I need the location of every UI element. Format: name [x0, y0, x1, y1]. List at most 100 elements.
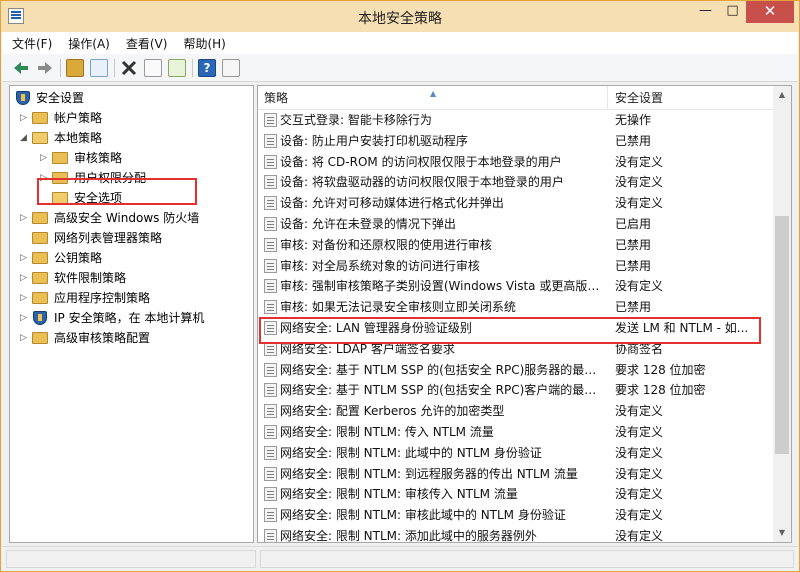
policy-setting: 没有定义	[615, 425, 664, 439]
column-header-setting[interactable]: 安全设置	[609, 86, 773, 110]
policy-icon	[264, 487, 277, 502]
policy-icon	[264, 258, 277, 273]
show-hide-tree-icon[interactable]	[90, 59, 108, 77]
policy-icon	[264, 529, 277, 542]
tree-label: 审核策略	[74, 151, 123, 165]
policy-setting: 无操作	[615, 113, 652, 127]
expand-arrow-icon[interactable]: ▷	[20, 308, 30, 328]
policy-row[interactable]: 设备: 将软盘驱动器的访问权限仅限于本地登录的用户 没有定义	[258, 172, 773, 193]
back-arrow-icon[interactable]	[12, 59, 30, 77]
tree-label: 网络列表管理器策略	[54, 231, 163, 245]
up-folder-icon[interactable]	[66, 59, 84, 77]
vertical-scrollbar[interactable]: ▲ ▼	[773, 86, 791, 542]
column-header-policy[interactable]: 策略 ▲	[258, 86, 608, 110]
policy-setting: 已禁用	[615, 300, 652, 315]
policy-row[interactable]: 网络安全: 限制 NTLM: 审核传入 NTLM 流量 没有定义	[258, 484, 773, 505]
policy-name: 网络安全: 基于 NTLM SSP 的(包括安全 RPC)服务器的最小...	[280, 362, 606, 377]
sort-up-icon: ▲	[430, 89, 437, 98]
help-icon[interactable]: ?	[198, 59, 216, 77]
policy-setting: 没有定义	[615, 175, 664, 190]
policy-name: 网络安全: 限制 NTLM: 添加此域中的服务器例外	[280, 529, 537, 543]
policy-name: 设备: 防止用户安装打印机驱动程序	[280, 133, 468, 148]
policy-row[interactable]: 审核: 对备份和还原权限的使用进行审核 已禁用	[258, 235, 773, 256]
menu-view[interactable]: 查看(V)	[126, 35, 168, 52]
policy-row[interactable]: 设备: 将 CD-ROM 的访问权限仅限于本地登录的用户 没有定义	[258, 152, 773, 173]
policy-name: 审核: 如果无法记录安全审核则立即关闭系统	[280, 300, 516, 315]
policy-name: 网络安全: 限制 NTLM: 到远程服务器的传出 NTLM 流量	[280, 466, 578, 481]
policy-name: 交互式登录: 智能卡移除行为	[280, 113, 432, 127]
policy-row[interactable]: 网络安全: 限制 NTLM: 传入 NTLM 流量 没有定义	[258, 422, 773, 443]
close-button[interactable]: ✕	[746, 1, 794, 23]
policy-row[interactable]: 网络安全: 限制 NTLM: 审核此域中的 NTLM 身份验证 没有定义	[258, 505, 773, 526]
tree-label: 帐户策略	[54, 111, 103, 125]
policy-row[interactable]: 审核: 强制审核策略子类别设置(Windows Vista 或更高版本... 没有…	[258, 276, 773, 297]
policy-row[interactable]: 网络安全: 基于 NTLM SSP 的(包括安全 RPC)服务器的最小... 要求…	[258, 360, 773, 381]
policy-icon	[264, 175, 277, 190]
delete-icon[interactable]	[120, 59, 138, 77]
policy-name: 设备: 将 CD-ROM 的访问权限仅限于本地登录的用户	[280, 154, 562, 169]
policy-list: 策略 ▲ 安全设置 交互式登录: 智能卡移除行为 无操作设备: 防止用户安装打印机…	[257, 85, 792, 543]
tree-label: 公钥策略	[54, 251, 103, 265]
policy-icon	[264, 154, 277, 169]
policy-row[interactable]: 设备: 防止用户安装打印机驱动程序 已禁用	[258, 131, 773, 152]
policy-name: 审核: 对全局系统对象的访问进行审核	[280, 258, 480, 273]
policy-row[interactable]: 审核: 如果无法记录安全审核则立即关闭系统 已禁用	[258, 297, 773, 318]
view-icon[interactable]	[222, 59, 240, 77]
maximize-button[interactable]: □	[719, 1, 746, 23]
policy-name: 审核: 对备份和还原权限的使用进行审核	[280, 237, 492, 252]
expand-arrow-icon[interactable]: ▷	[20, 268, 30, 288]
folder-icon	[32, 232, 48, 244]
menu-action[interactable]: 操作(A)	[68, 35, 110, 52]
minimize-button[interactable]: —	[692, 1, 719, 23]
policy-setting: 已禁用	[615, 258, 652, 273]
expand-arrow-icon[interactable]: ▷	[20, 288, 30, 308]
security-settings-icon	[16, 91, 30, 105]
policy-icon	[264, 217, 277, 231]
expand-arrow-icon[interactable]: ▷	[20, 328, 30, 348]
policy-setting: 没有定义	[615, 466, 664, 481]
collapse-arrow-icon[interactable]: ◢	[20, 128, 30, 148]
expand-arrow-icon[interactable]: ▷	[20, 208, 30, 228]
policy-icon	[264, 196, 277, 211]
policy-row[interactable]: 网络安全: 基于 NTLM SSP 的(包括安全 RPC)客户端的最小... 要求…	[258, 380, 773, 401]
policy-name: 网络安全: 限制 NTLM: 审核传入 NTLM 流量	[280, 487, 518, 502]
policy-icon	[264, 466, 277, 481]
policy-icon	[264, 404, 277, 419]
annotation-box-row	[259, 317, 761, 344]
scroll-down-icon[interactable]: ▼	[773, 524, 791, 542]
policy-setting: 没有定义	[615, 154, 664, 169]
policy-icon	[264, 133, 277, 148]
menu-help[interactable]: 帮助(H)	[183, 35, 225, 52]
policy-row[interactable]: 网络安全: 限制 NTLM: 添加此域中的服务器例外 没有定义	[258, 526, 773, 543]
scrollbar-thumb[interactable]	[775, 216, 789, 454]
policy-row[interactable]: 交互式登录: 智能卡移除行为 无操作	[258, 110, 773, 131]
expand-arrow-icon[interactable]: ▷	[20, 108, 30, 128]
folder-icon	[52, 152, 68, 164]
tree-label: 高级审核策略配置	[54, 331, 151, 345]
export-list-icon[interactable]	[168, 59, 186, 77]
policy-icon	[264, 508, 277, 523]
folder-icon	[32, 112, 48, 124]
scroll-up-icon[interactable]: ▲	[773, 86, 791, 104]
policy-row[interactable]: 网络安全: 限制 NTLM: 此域中的 NTLM 身份验证 没有定义	[258, 443, 773, 464]
policy-icon	[264, 237, 277, 252]
policy-row[interactable]: 设备: 允许对可移动媒体进行格式化并弹出 没有定义	[258, 193, 773, 214]
policy-row[interactable]: 网络安全: 配置 Kerberos 允许的加密类型 没有定义	[258, 401, 773, 422]
policy-row[interactable]: 审核: 对全局系统对象的访问进行审核 已禁用	[258, 256, 773, 277]
policy-icon	[264, 300, 277, 315]
expand-arrow-icon[interactable]: ▷	[20, 248, 30, 268]
properties-icon[interactable]	[144, 59, 162, 77]
title-bar[interactable]: 本地安全策略 — □ ✕	[1, 1, 799, 32]
list-header: 策略 ▲ 安全设置	[258, 86, 773, 110]
window-title: 本地安全策略	[358, 11, 442, 27]
forward-arrow-icon[interactable]	[36, 59, 54, 77]
tree-label: 软件限制策略	[54, 271, 127, 285]
policy-icon	[264, 362, 277, 377]
policy-row[interactable]: 设备: 允许在未登录的情况下弹出 已启用	[258, 214, 773, 235]
tree-label: 本地策略	[54, 131, 103, 145]
menu-file[interactable]: 文件(F)	[12, 35, 52, 52]
policy-setting: 已禁用	[615, 133, 652, 148]
policy-setting: 要求 128 位加密	[615, 362, 706, 377]
policy-row[interactable]: 网络安全: 限制 NTLM: 到远程服务器的传出 NTLM 流量 没有定义	[258, 464, 773, 485]
expand-arrow-icon[interactable]: ▷	[40, 148, 50, 168]
